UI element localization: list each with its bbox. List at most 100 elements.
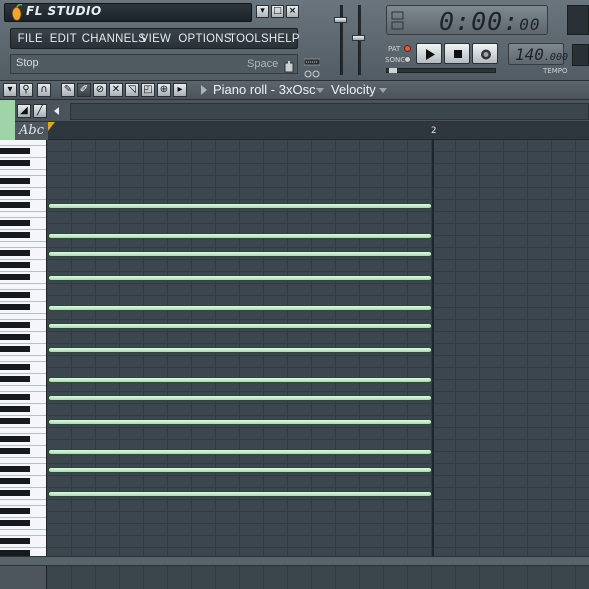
white-key-divider[interactable]	[0, 499, 46, 500]
black-key[interactable]	[0, 262, 30, 268]
black-key[interactable]	[0, 448, 30, 454]
close-button[interactable]: ×	[286, 5, 299, 18]
black-key[interactable]	[0, 478, 30, 484]
song-position-slider[interactable]	[386, 68, 496, 73]
note[interactable]	[49, 324, 431, 328]
black-key[interactable]	[0, 364, 30, 370]
pat-mode-led[interactable]	[404, 45, 411, 52]
white-key-divider[interactable]	[0, 259, 46, 260]
paint-icon[interactable]: ✐	[77, 83, 91, 97]
white-key-divider[interactable]	[0, 175, 46, 176]
white-key-divider[interactable]	[0, 547, 46, 548]
black-key[interactable]	[0, 346, 30, 352]
horizontal-zoom-bar[interactable]	[70, 103, 589, 120]
note[interactable]	[49, 306, 431, 310]
black-key[interactable]	[0, 322, 30, 328]
note[interactable]	[49, 492, 431, 496]
time-ruler[interactable]	[48, 122, 589, 140]
white-key-divider[interactable]	[0, 415, 46, 416]
white-key-divider[interactable]	[0, 229, 46, 230]
menu-edit[interactable]: EDIT	[50, 31, 77, 45]
tempo-display[interactable]: 140.000	[508, 43, 568, 65]
line-icon[interactable]: ╱	[33, 104, 47, 118]
menu-channels[interactable]: CHANNELS	[82, 31, 146, 45]
playback-icon[interactable]: ▸	[173, 83, 187, 97]
white-key-divider[interactable]	[0, 385, 46, 386]
menu-tools[interactable]: TOOLS	[229, 31, 269, 45]
note[interactable]	[49, 234, 431, 238]
white-key-divider[interactable]	[0, 517, 46, 518]
note[interactable]	[49, 420, 431, 424]
white-key-divider[interactable]	[0, 289, 46, 290]
white-key-divider[interactable]	[0, 427, 46, 428]
piano-roll-arrow-icon[interactable]	[201, 85, 207, 95]
master-volume-slider[interactable]	[334, 17, 347, 23]
playhead-marker[interactable]	[48, 122, 55, 131]
white-key-divider[interactable]	[0, 403, 46, 404]
zoom-icon[interactable]: ⊕	[157, 83, 171, 97]
black-key[interactable]	[0, 436, 30, 442]
white-key-divider[interactable]	[0, 283, 46, 284]
pencil-icon[interactable]: ✎	[61, 83, 75, 97]
black-key[interactable]	[0, 418, 30, 424]
white-key-divider[interactable]	[0, 505, 46, 506]
menu-options[interactable]: OPTIONS	[178, 31, 231, 45]
white-key-divider[interactable]	[0, 463, 46, 464]
play-button[interactable]	[416, 43, 442, 64]
black-key[interactable]	[0, 334, 30, 340]
white-key-divider[interactable]	[0, 319, 46, 320]
black-key[interactable]	[0, 160, 30, 166]
minimize-button[interactable]: ▾	[256, 5, 269, 18]
black-key[interactable]	[0, 250, 30, 256]
black-key[interactable]	[0, 178, 30, 184]
white-key-divider[interactable]	[0, 529, 46, 530]
note[interactable]	[49, 276, 431, 280]
white-key-divider[interactable]	[0, 313, 46, 314]
white-key-divider[interactable]	[0, 157, 46, 158]
note[interactable]	[49, 348, 431, 352]
mute-icon[interactable]: ✕	[109, 83, 123, 97]
black-key[interactable]	[0, 508, 30, 514]
note-names-toggle[interactable]: Abc	[19, 123, 44, 138]
white-key-divider[interactable]	[0, 361, 46, 362]
black-key[interactable]	[0, 202, 30, 208]
white-key-divider[interactable]	[0, 301, 46, 302]
snap-icon[interactable]: ∩	[37, 83, 51, 97]
song-mode-led[interactable]	[404, 56, 411, 63]
maximize-button[interactable]: □	[271, 5, 284, 18]
white-key-divider[interactable]	[0, 433, 46, 434]
note[interactable]	[49, 396, 431, 400]
white-key-divider[interactable]	[0, 241, 46, 242]
chevron-down-icon[interactable]	[379, 88, 387, 93]
black-key[interactable]	[0, 274, 30, 280]
white-key-divider[interactable]	[0, 187, 46, 188]
event-target-selector[interactable]: Velocity	[331, 82, 376, 97]
white-key-divider[interactable]	[0, 355, 46, 356]
black-key[interactable]	[0, 490, 30, 496]
delete-icon[interactable]: ⊘	[93, 83, 107, 97]
song-position-handle[interactable]	[389, 68, 397, 73]
white-key-divider[interactable]	[0, 475, 46, 476]
black-key[interactable]	[0, 304, 30, 310]
black-key[interactable]	[0, 292, 30, 298]
chevron-down-icon[interactable]	[316, 88, 324, 93]
stop-button[interactable]	[444, 43, 470, 64]
piano-keyboard[interactable]	[0, 140, 47, 556]
note[interactable]	[49, 252, 431, 256]
magnet-icon[interactable]: ⚲	[19, 83, 33, 97]
master-pitch-slider[interactable]	[352, 35, 365, 41]
note[interactable]	[49, 468, 431, 472]
left-arrow-icon[interactable]	[54, 107, 59, 115]
white-key-divider[interactable]	[0, 373, 46, 374]
select-icon[interactable]: ◰	[141, 83, 155, 97]
black-key[interactable]	[0, 376, 30, 382]
black-key[interactable]	[0, 520, 30, 526]
white-key-divider[interactable]	[0, 487, 46, 488]
note[interactable]	[49, 204, 431, 208]
white-key-divider[interactable]	[0, 217, 46, 218]
black-key[interactable]	[0, 466, 30, 472]
slice-icon[interactable]: ◹	[125, 83, 139, 97]
record-button[interactable]	[472, 43, 498, 64]
note[interactable]	[49, 450, 431, 454]
black-key[interactable]	[0, 232, 30, 238]
